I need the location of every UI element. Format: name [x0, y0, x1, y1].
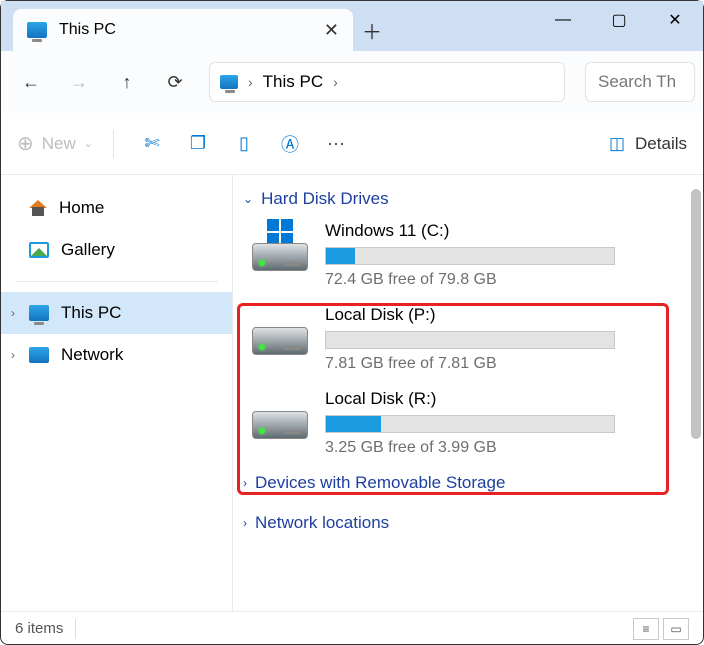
- sidebar-item-gallery[interactable]: Gallery: [1, 229, 232, 271]
- up-button[interactable]: ↑: [105, 62, 149, 102]
- rename-icon[interactable]: Ⓐ: [272, 126, 308, 162]
- new-tab-button[interactable]: ＋: [353, 9, 391, 51]
- refresh-button[interactable]: ⟳: [153, 62, 197, 102]
- network-icon: [29, 347, 49, 363]
- search-input[interactable]: Search Th: [585, 62, 695, 102]
- tab-title: This PC: [59, 21, 116, 39]
- section-hard-disk-drives: ⌄ Hard Disk Drives Windows 11 (C:) 72.4 …: [237, 185, 689, 465]
- home-icon: [29, 200, 47, 216]
- close-button[interactable]: ✕: [647, 1, 703, 39]
- status-bar: 6 items ≡ ▭: [1, 611, 703, 645]
- tiles-view-icon[interactable]: ▭: [663, 618, 689, 640]
- gallery-icon: [29, 242, 49, 258]
- chevron-right-icon: ›: [248, 74, 253, 90]
- body: Home Gallery › This PC › Network ⌄ Hard …: [1, 175, 703, 611]
- monitor-icon: [29, 305, 49, 321]
- paste-icon[interactable]: ▯: [226, 126, 262, 162]
- address-location: This PC: [263, 72, 323, 92]
- back-button[interactable]: ←: [9, 62, 53, 102]
- item-count: 6 items: [15, 620, 63, 637]
- maximize-button[interactable]: ▢: [591, 1, 647, 39]
- separator: [113, 130, 114, 158]
- drive-name: Local Disk (P:): [325, 305, 675, 325]
- drive-info: Local Disk (P:) 7.81 GB free of 7.81 GB: [325, 305, 675, 373]
- forward-button[interactable]: →: [57, 62, 101, 102]
- new-button[interactable]: ⊕ New ⌄: [17, 131, 93, 156]
- drive-c[interactable]: Windows 11 (C:) 72.4 GB free of 79.8 GB: [237, 213, 689, 297]
- sidebar: Home Gallery › This PC › Network: [1, 175, 233, 611]
- chevron-right-icon: ›: [243, 516, 247, 530]
- windows-logo-icon: [267, 219, 293, 245]
- chevron-right-icon: ›: [333, 74, 338, 90]
- drive-stat: 7.81 GB free of 7.81 GB: [325, 355, 675, 373]
- tab-this-pc[interactable]: This PC ✕: [13, 9, 353, 51]
- drive-stat: 3.25 GB free of 3.99 GB: [325, 439, 675, 457]
- copy-icon[interactable]: ❐: [180, 126, 216, 162]
- section-header-removable[interactable]: › Devices with Removable Storage: [237, 469, 689, 497]
- minimize-button[interactable]: —: [535, 1, 591, 39]
- section-header-network-locations[interactable]: › Network locations: [237, 509, 689, 537]
- chevron-right-icon[interactable]: ›: [11, 348, 15, 362]
- drive-info: Windows 11 (C:) 72.4 GB free of 79.8 GB: [325, 221, 675, 289]
- section-label: Network locations: [255, 513, 389, 533]
- separator: [75, 619, 76, 639]
- section-label: Hard Disk Drives: [261, 189, 389, 209]
- drive-p[interactable]: Local Disk (P:) 7.81 GB free of 7.81 GB: [237, 297, 689, 381]
- scrollbar[interactable]: [691, 189, 701, 439]
- titlebar: This PC ✕ ＋ — ▢ ✕: [1, 1, 703, 51]
- toolbar: ⊕ New ⌄ ✄ ❐ ▯ Ⓐ ··· ◫ Details: [1, 113, 703, 175]
- separator: [15, 281, 218, 282]
- drive-name: Windows 11 (C:): [325, 221, 675, 241]
- drive-icon: [251, 389, 309, 439]
- sidebar-label: Gallery: [61, 240, 115, 260]
- drive-icon: [251, 221, 309, 271]
- chevron-right-icon[interactable]: ›: [11, 306, 15, 320]
- navbar: ← → ↑ ⟳ › This PC › Search Th: [1, 51, 703, 113]
- section-header-hdd[interactable]: ⌄ Hard Disk Drives: [237, 185, 689, 213]
- sidebar-label: This PC: [61, 303, 121, 323]
- new-label: New: [42, 134, 76, 154]
- window-controls: — ▢ ✕: [535, 1, 703, 39]
- sidebar-label: Network: [61, 345, 123, 365]
- sidebar-item-this-pc[interactable]: › This PC: [1, 292, 232, 334]
- usage-bar: [325, 247, 615, 265]
- section-label: Devices with Removable Storage: [255, 473, 505, 493]
- search-placeholder: Search Th: [598, 72, 676, 92]
- monitor-icon: [220, 75, 238, 89]
- sidebar-item-network[interactable]: › Network: [1, 334, 232, 376]
- chevron-down-icon: ⌄: [243, 192, 253, 206]
- content-pane: ⌄ Hard Disk Drives Windows 11 (C:) 72.4 …: [233, 175, 703, 611]
- monitor-icon: [27, 22, 47, 38]
- drive-info: Local Disk (R:) 3.25 GB free of 3.99 GB: [325, 389, 675, 457]
- drive-icon: [251, 305, 309, 355]
- usage-bar: [325, 331, 615, 349]
- sidebar-label: Home: [59, 198, 104, 218]
- details-label: Details: [635, 134, 687, 154]
- sidebar-item-home[interactable]: Home: [1, 187, 232, 229]
- tab-close-icon[interactable]: ✕: [324, 20, 339, 41]
- address-bar[interactable]: › This PC ›: [209, 62, 565, 102]
- drive-stat: 72.4 GB free of 79.8 GB: [325, 271, 675, 289]
- drive-name: Local Disk (R:): [325, 389, 675, 409]
- more-button[interactable]: ···: [318, 126, 354, 162]
- details-view-button[interactable]: ◫ Details: [609, 134, 687, 154]
- chevron-right-icon: ›: [243, 476, 247, 490]
- cut-icon[interactable]: ✄: [134, 126, 170, 162]
- details-view-icon[interactable]: ≡: [633, 618, 659, 640]
- usage-bar: [325, 415, 615, 433]
- drive-r[interactable]: Local Disk (R:) 3.25 GB free of 3.99 GB: [237, 381, 689, 465]
